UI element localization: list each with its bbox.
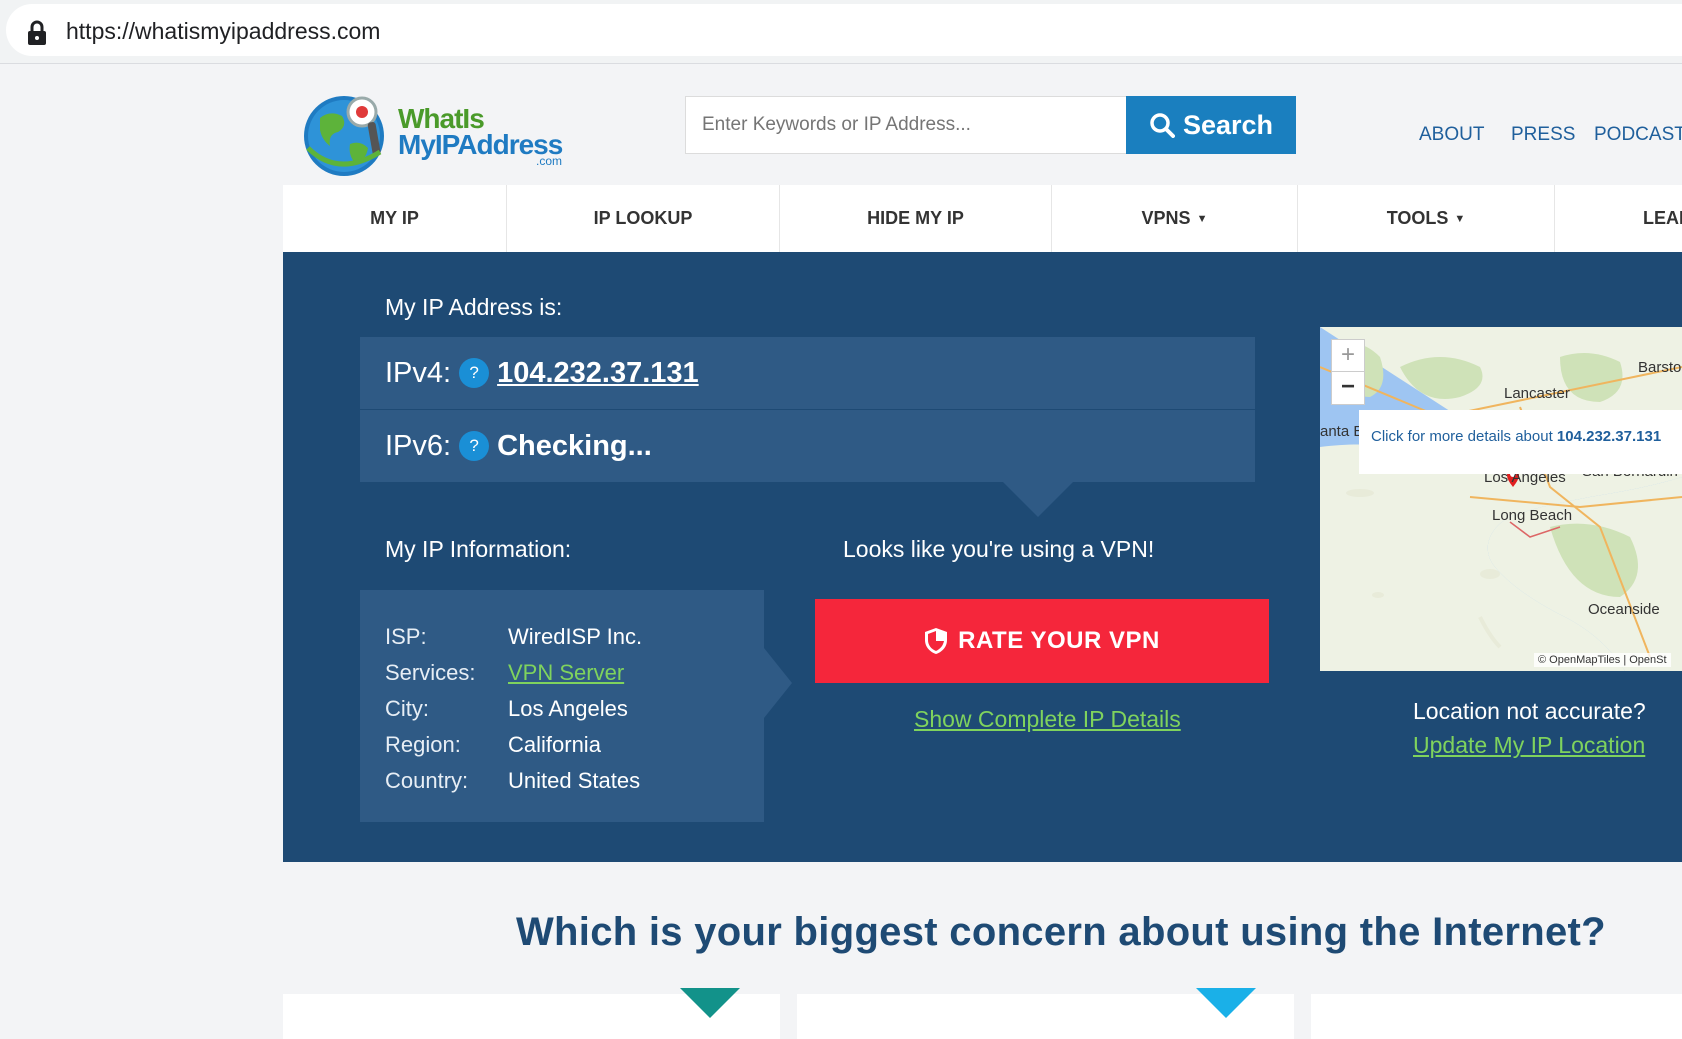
browser-address-bar: https://whatismyipaddress.com <box>0 0 1682 64</box>
nav-item-hide-my-ip[interactable]: HIDE MY IP <box>780 185 1052 252</box>
concern-card[interactable] <box>1311 994 1682 1039</box>
top-link-podcast[interactable]: PODCAST <box>1594 124 1682 146</box>
main-nav: MY IP IP LOOKUP HIDE MY IP VPNS ▼ TOOLS ▼ … <box>283 185 1682 252</box>
lock-icon <box>28 20 46 45</box>
info-value: WiredISP Inc. <box>508 624 643 649</box>
pointer-arrow <box>764 648 792 718</box>
ip-heading: My IP Address is: <box>385 294 563 320</box>
nav-label: MY IP <box>370 208 419 228</box>
card-pointer <box>1196 988 1256 1018</box>
search-button-label: Search <box>1182 109 1274 140</box>
globe-icon <box>304 96 384 176</box>
map-tooltip-text: Click for more details about <box>1371 428 1557 445</box>
info-key: Country: <box>385 768 469 793</box>
ipv4-row: IPv4: ? 104.232.37.131 <box>360 337 1255 409</box>
map-label-barstow: Barsto <box>1638 359 1682 376</box>
logo-text-com: .com <box>536 154 563 168</box>
map-label-oceanside: Oceanside <box>1588 601 1660 618</box>
info-row-isp: ISP: WiredISP Inc. <box>385 624 642 650</box>
info-value: Los Angeles <box>508 696 628 721</box>
nav-label: IP LOOKUP <box>593 208 693 228</box>
info-key: ISP: <box>385 624 427 649</box>
ipv4-label: IPv4: <box>385 356 452 389</box>
top-link-about[interactable]: ABOUT <box>1419 124 1484 146</box>
map-attribution[interactable]: © OpenMapTiles | OpenSt <box>1534 653 1671 667</box>
location-map[interactable]: + − Barsto Lancaster anta B Los Angeles … <box>1320 327 1682 671</box>
info-row-services: Services: VPN Server <box>385 660 624 686</box>
map-label-lancaster: Lancaster <box>1504 385 1570 402</box>
nav-label: VPNS <box>1141 208 1191 228</box>
map-image <box>1320 327 1682 671</box>
ipv4-value[interactable]: 104.232.37.131 <box>497 357 699 390</box>
map-tooltip[interactable]: Click for more details about 104.232.37.… <box>1359 410 1682 474</box>
nav-item-vpns[interactable]: VPNS ▼ <box>1052 185 1298 252</box>
ipv6-value: Checking... <box>497 429 652 462</box>
location-question: Location not accurate? <box>1413 698 1646 724</box>
info-value: California <box>508 732 601 757</box>
services-link[interactable]: VPN Server <box>508 660 624 686</box>
search-input[interactable] <box>685 96 1127 154</box>
map-label-long-beach: Long Beach <box>1492 507 1573 524</box>
caret-down-icon: ▼ <box>1196 212 1208 225</box>
nav-item-learn[interactable]: LEAR <box>1555 185 1682 252</box>
search-button[interactable]: Search <box>1126 96 1296 154</box>
shield-icon <box>925 628 948 654</box>
info-key: Services: <box>385 660 476 685</box>
info-row-country: Country: United States <box>385 768 640 794</box>
zoom-out-button[interactable]: − <box>1331 371 1365 405</box>
nav-label: TOOLS <box>1386 208 1449 228</box>
info-row-region: Region: California <box>385 732 601 758</box>
rate-vpn-label: RATE YOUR VPN <box>958 627 1160 654</box>
update-location-link[interactable]: Update My IP Location <box>1413 732 1645 759</box>
card-pointer <box>680 988 740 1018</box>
url-field[interactable]: https://whatismyipaddress.com <box>6 4 1682 56</box>
map-tooltip-ip: 104.232.37.131 <box>1556 428 1662 445</box>
nav-item-tools[interactable]: TOOLS ▼ <box>1298 185 1555 252</box>
ipv6-label: IPv6: <box>385 429 452 462</box>
nav-item-ip-lookup[interactable]: IP LOOKUP <box>507 185 780 252</box>
zoom-in-button[interactable]: + <box>1331 339 1365 371</box>
vpn-message: Looks like you're using a VPN! <box>843 536 1155 562</box>
url-text: https://whatismyipaddress.com <box>66 18 381 44</box>
map-label-santa: anta B <box>1320 423 1364 440</box>
concern-heading: Which is your biggest concern about usin… <box>516 910 1606 954</box>
caret-down-icon: ▼ <box>1454 212 1466 225</box>
help-icon[interactable]: ? <box>459 358 490 388</box>
nav-label: HIDE MY IP <box>867 208 964 228</box>
info-value: United States <box>508 768 641 793</box>
site-logo[interactable]: WhatIs MyIPAddress .com <box>300 88 570 180</box>
info-key: Region: <box>385 732 461 757</box>
show-details-link[interactable]: Show Complete IP Details <box>914 706 1181 733</box>
ip-info-box: ISP: WiredISP Inc. Services: VPN Server … <box>360 590 764 822</box>
top-link-press[interactable]: PRESS <box>1511 124 1575 146</box>
info-heading: My IP Information: <box>385 536 572 562</box>
pointer-arrow <box>1003 482 1073 517</box>
rate-vpn-button[interactable]: RATE YOUR VPN <box>815 599 1269 683</box>
ipv6-row: IPv6: ? Checking... <box>360 410 1255 482</box>
info-row-city: City: Los Angeles <box>385 696 628 722</box>
nav-item-my-ip[interactable]: MY IP <box>283 185 507 252</box>
ip-hero-panel: My IP Address is: IPv4: ? 104.232.37.131… <box>283 252 1682 862</box>
nav-label: LEAR <box>1643 208 1682 228</box>
help-icon[interactable]: ? <box>459 431 490 461</box>
info-key: City: <box>385 696 429 721</box>
search-icon <box>1150 113 1175 138</box>
